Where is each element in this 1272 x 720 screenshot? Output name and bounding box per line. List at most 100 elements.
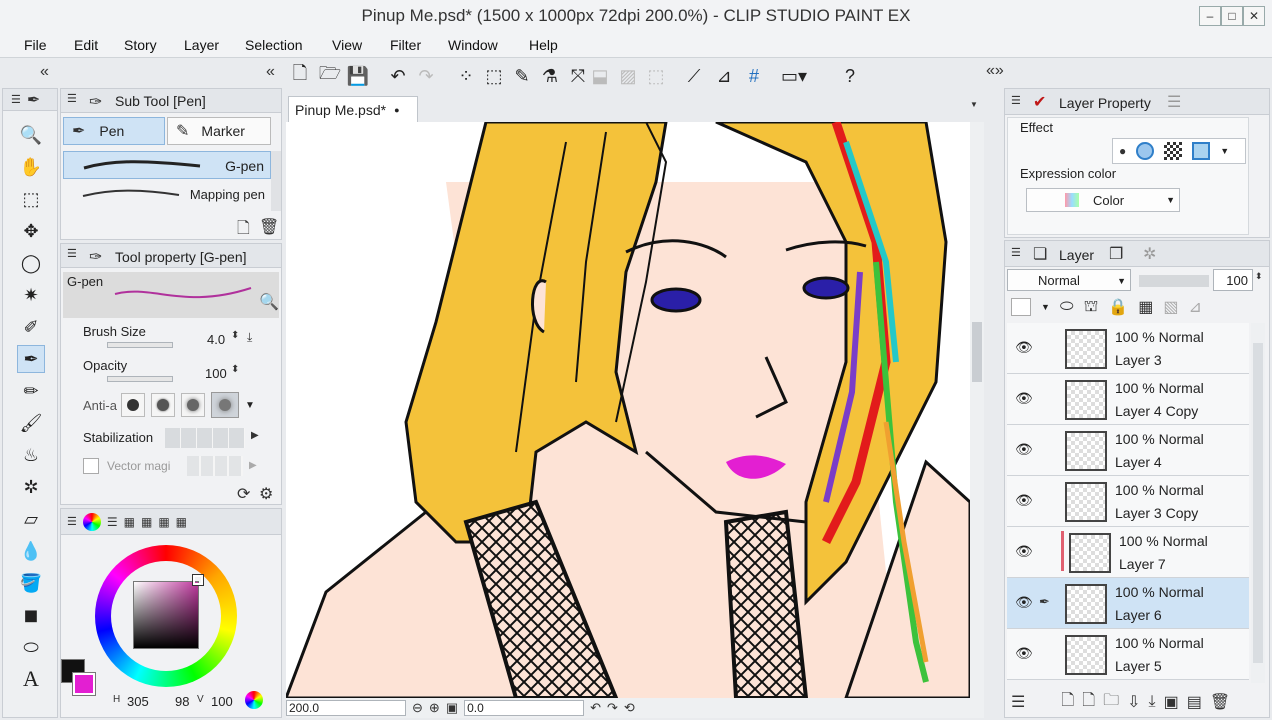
delete-layer-icon[interactable]: 🗑 <box>1210 692 1230 712</box>
zoom-tool-icon[interactable]: 🔍 <box>17 121 45 149</box>
layer-row[interactable]: 👁 100 % Normal Layer 3 Copy <box>1007 476 1249 527</box>
reference-layer-icon[interactable]: ⛫ <box>1084 297 1099 317</box>
layer-search-tab-icon[interactable]: ☰ <box>1167 92 1181 112</box>
collapse-left-icon[interactable]: « <box>40 63 49 81</box>
screen-icon[interactable]: ▭▾ <box>780 62 808 90</box>
zoom-in-icon[interactable]: ⊕ <box>429 700 440 716</box>
anti-alias-none[interactable] <box>121 393 145 417</box>
lock-layer-icon[interactable]: 🔒 <box>1108 297 1128 317</box>
saturation-value-square[interactable] <box>133 581 199 649</box>
help-icon[interactable]: ? <box>836 62 864 90</box>
tab-close-icon[interactable]: ● <box>394 105 399 115</box>
selection-edge-icon[interactable]: ⬚ <box>642 62 670 90</box>
border-effect-icon[interactable]: ● <box>1119 144 1126 158</box>
new-file-icon[interactable]: 🗋 <box>286 62 314 90</box>
menu-file[interactable]: File <box>24 37 47 53</box>
blend-mode-select[interactable]: Normal ▼ <box>1007 269 1131 291</box>
reset-rotation-icon[interactable]: ⟲ <box>624 700 635 716</box>
ruler-icon[interactable]: ⟋ <box>680 62 708 90</box>
intermediate-color-tab-icon[interactable]: ▦ <box>141 515 152 529</box>
clear-icon[interactable]: ✎ <box>508 62 536 90</box>
tone-effect-icon[interactable] <box>1164 142 1183 160</box>
fill-tool-icon[interactable]: 🪣 <box>17 569 45 597</box>
opacity-stepper-icon[interactable]: ⬍ <box>231 364 239 375</box>
eraser-tool-icon[interactable]: ▱ <box>17 505 45 533</box>
delete-sub-tool-icon[interactable]: 🗑 <box>259 217 279 237</box>
expression-color-select[interactable]: Color ▼ <box>1026 188 1180 212</box>
brush-size-stepper-icon[interactable]: ⬍ <box>231 330 239 341</box>
menu-edit[interactable]: Edit <box>74 37 98 53</box>
sub-tool-item[interactable]: Mapping pen <box>63 181 271 209</box>
ruler-visibility-icon[interactable]: ⊿ <box>1188 297 1201 317</box>
menu-story[interactable]: Story <box>124 37 157 53</box>
magic-wand-icon[interactable]: ✷ <box>17 281 45 309</box>
menu-window[interactable]: Window <box>448 37 498 53</box>
navigator-tab-icon[interactable]: ❐ <box>1109 244 1123 264</box>
grid-snap-icon[interactable]: # <box>740 62 768 90</box>
layer-panel-title[interactable]: Layer <box>1059 247 1094 263</box>
zoom-field[interactable]: 200.0 <box>286 700 406 716</box>
lock-transparency-icon[interactable]: ▦ <box>1138 297 1153 317</box>
anti-alias-medium[interactable] <box>181 393 205 417</box>
deselect-icon[interactable]: ⁘ <box>452 62 480 90</box>
panel-menu-icon[interactable]: ☰ <box>1011 246 1021 259</box>
layer-opacity-value[interactable]: 100 <box>1213 269 1253 291</box>
layer-row[interactable]: 👁 100 % Normal Layer 7 <box>1007 527 1249 578</box>
add-sub-tool-icon[interactable]: 🗋 <box>237 217 250 244</box>
layer-row[interactable]: 👁 100 % Normal Layer 4 <box>1007 425 1249 476</box>
pencil-tool-icon[interactable]: ✏ <box>17 377 45 405</box>
visibility-icon[interactable]: 👁 <box>1015 594 1033 611</box>
visibility-icon[interactable]: 👁 <box>1015 339 1033 356</box>
vector-magnet-checkbox[interactable] <box>83 458 99 474</box>
visibility-icon[interactable]: 👁 <box>1015 441 1033 458</box>
text-tool-icon[interactable]: A <box>17 665 45 693</box>
mask-enable-icon[interactable]: ▧ <box>1163 297 1178 317</box>
crop-icon[interactable]: ⬓ <box>586 62 614 90</box>
color-wheel-tab-icon[interactable] <box>82 512 101 531</box>
brush-size-lock-icon[interactable]: ⤓ <box>247 330 252 345</box>
snap-ruler-icon[interactable]: ⊿ <box>710 62 738 90</box>
layer-color-effect-icon[interactable] <box>1136 142 1155 160</box>
rotate-right-icon[interactable]: ↷ <box>607 700 618 716</box>
reset-icon[interactable]: ⟳ <box>237 484 250 504</box>
visibility-icon[interactable]: 👁 <box>1015 645 1033 662</box>
right-dock-toggle[interactable]: «» <box>986 62 1004 82</box>
opacity-slider[interactable] <box>107 376 173 382</box>
mask-icon[interactable]: ▨ <box>614 62 642 90</box>
layer-row[interactable]: 👁 100 % Normal Layer 4 Copy <box>1007 374 1249 425</box>
sub-tool-scrollbar[interactable] <box>271 151 281 211</box>
eyedropper-icon[interactable]: ✐ <box>17 313 45 341</box>
merge-down-icon[interactable]: ⤓ <box>1149 693 1156 711</box>
transfer-down-icon[interactable]: ⇩ <box>1127 692 1140 712</box>
opacity-value[interactable]: 100 <box>205 366 227 381</box>
apply-mask-icon[interactable]: ▤ <box>1187 692 1202 712</box>
object-tool-icon[interactable]: ⬚ <box>17 185 45 213</box>
visibility-icon[interactable]: 👁 <box>1015 390 1033 407</box>
stabilization-slider[interactable] <box>165 428 245 448</box>
layer-color-chip[interactable] <box>1011 298 1031 316</box>
rotate-left-icon[interactable]: ↶ <box>590 700 601 716</box>
pen-tool-icon[interactable]: ✒ <box>17 345 45 373</box>
layer-row[interactable]: 👁 100 % Normal Layer 5 <box>1007 629 1249 680</box>
menu-help[interactable]: Help <box>529 37 558 53</box>
color-mode-icon[interactable] <box>245 691 263 709</box>
lasso-tool-icon[interactable]: ◯ <box>17 249 45 277</box>
approx-color-tab-icon[interactable]: ▦ <box>158 515 169 529</box>
panel-menu-icon[interactable]: ☰ <box>67 515 77 528</box>
layer-row[interactable]: 👁 100 % Normal Layer 3 <box>1007 323 1249 374</box>
sub-view-tab-icon[interactable]: ✲ <box>1143 244 1156 264</box>
panel-menu-icon[interactable]: ☰ <box>67 92 77 105</box>
preview-zoom-icon[interactable]: 🔍 <box>259 292 279 312</box>
sub-color-swatch[interactable] <box>73 673 95 695</box>
anti-alias-dropdown-icon[interactable]: ▼ <box>245 400 255 411</box>
move-tool-icon[interactable]: ✥ <box>17 217 45 245</box>
color-picker-cursor[interactable] <box>193 575 203 585</box>
brush-tool-icon[interactable]: 🖌 <box>17 409 45 437</box>
redo-icon[interactable]: ↷ <box>412 62 440 90</box>
gradient-tool-icon[interactable]: ◼ <box>17 601 45 629</box>
panel-menu-icon[interactable]: ☰ <box>11 93 21 106</box>
fill-icon[interactable]: ⚗ <box>536 62 564 90</box>
hand-tool-icon[interactable]: ✋ <box>17 153 45 181</box>
effect-dropdown-icon[interactable]: ▼ <box>1220 146 1229 156</box>
blend-tool-icon[interactable]: 💧 <box>17 537 45 565</box>
